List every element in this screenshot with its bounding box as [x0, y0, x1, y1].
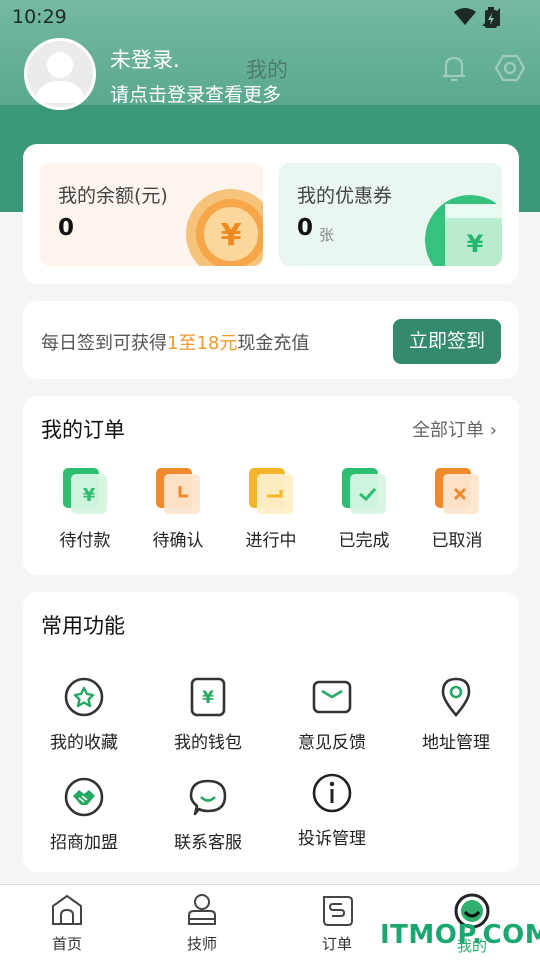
signin-text: 每日签到可获得1至18元现金充值	[41, 333, 310, 354]
battery-icon	[485, 7, 497, 28]
signin-button[interactable]: 立即签到	[393, 319, 501, 364]
nav-label: 首页	[51, 935, 82, 953]
yen-wallet-icon: ¥	[63, 468, 107, 514]
watermark: ITMOP.COM	[380, 920, 540, 950]
func-label: 地址管理	[422, 733, 490, 753]
order-status-pending-payment[interactable]: ¥ 待付款	[45, 468, 125, 551]
coupon-box[interactable]: 我的优惠券 0 张 ¥	[279, 163, 502, 266]
order-status-label: 待确认	[152, 531, 204, 551]
func-feedback[interactable]: 意见反馈	[277, 676, 387, 753]
home-icon	[52, 894, 82, 925]
nav-home[interactable]: 首页	[27, 893, 107, 954]
svg-text:¥: ¥	[83, 485, 96, 506]
func-label: 联系客服	[174, 833, 242, 853]
page-title: 我的	[246, 58, 288, 82]
func-customer-service[interactable]: 联系客服	[153, 776, 263, 853]
order-status-in-progress[interactable]: 进行中	[231, 468, 311, 551]
wallet-icon: ¥	[190, 677, 226, 717]
nav-label: 订单	[321, 935, 352, 953]
coupon-unit: 张	[319, 226, 335, 244]
wifi-icon	[454, 8, 476, 25]
nav-technician[interactable]: 技师	[162, 893, 242, 954]
chevron-right-icon: ›	[489, 420, 497, 441]
func-franchise[interactable]: 招商加盟	[29, 776, 139, 853]
location-icon	[441, 677, 471, 717]
func-wallet[interactable]: ¥ 我的钱包	[153, 676, 263, 753]
orders-title: 我的订单	[41, 418, 125, 442]
nav-label: 技师	[186, 935, 217, 953]
login-title[interactable]: 未登录.	[110, 44, 180, 74]
order-status-label: 待付款	[59, 531, 111, 551]
svg-text:¥: ¥	[202, 688, 214, 708]
status-bar: 10:29	[0, 0, 540, 36]
star-icon	[64, 677, 104, 717]
svg-text:¥: ¥	[467, 230, 484, 258]
handshake-icon	[64, 777, 104, 817]
balance-label: 我的余额(元)	[58, 185, 168, 207]
functions-title: 常用功能	[41, 614, 125, 638]
order-status-label: 进行中	[245, 531, 297, 551]
info-icon	[312, 773, 352, 813]
order-status-pending-confirm[interactable]: 待确认	[138, 468, 218, 551]
balance-value: 0	[58, 215, 75, 241]
cancel-icon	[435, 468, 479, 514]
func-label: 招商加盟	[50, 833, 118, 853]
clock-icon	[156, 468, 200, 514]
orders-card: 我的订单 全部订单 › ¥ 待付款 待确认 进行中 已完成 已取消	[23, 396, 519, 575]
avatar[interactable]	[24, 38, 96, 110]
nav-orders[interactable]: 订单	[297, 893, 377, 954]
progress-icon	[249, 468, 293, 514]
coupon-label: 我的优惠券	[297, 185, 393, 207]
functions-card: 常用功能 我的收藏 ¥ 我的钱包 意见反馈 地址管理 招商加盟 联系客服 投诉管…	[23, 592, 519, 872]
func-address[interactable]: 地址管理	[401, 676, 511, 753]
order-icon	[323, 896, 353, 926]
order-status-label: 已取消	[431, 531, 483, 551]
signin-card: 每日签到可获得1至18元现金充值 立即签到	[23, 301, 519, 379]
coupon-ticket-icon: ¥	[425, 195, 502, 266]
settings-icon[interactable]	[494, 52, 526, 84]
order-status-completed[interactable]: 已完成	[324, 468, 404, 551]
chat-icon	[189, 779, 227, 816]
func-complaints[interactable]: 投诉管理	[277, 772, 387, 849]
check-icon	[342, 468, 386, 514]
signin-reward-highlight: 1至18元	[167, 333, 238, 354]
login-subtitle[interactable]: 请点击登录查看更多	[110, 80, 281, 107]
status-time: 10:29	[12, 6, 67, 28]
default-avatar-icon	[35, 52, 85, 103]
func-label: 投诉管理	[298, 829, 366, 849]
func-label: 意见反馈	[298, 733, 366, 753]
coupon-value: 0	[297, 215, 314, 241]
order-status-label: 已完成	[338, 531, 390, 551]
technician-icon	[188, 894, 216, 925]
bell-icon[interactable]	[438, 52, 470, 84]
wallet-card: 我的余额(元) 0 ¥ 我的优惠券 0 张 ¥	[23, 144, 519, 284]
yen-coin-icon: ¥	[186, 189, 263, 266]
balance-box[interactable]: 我的余额(元) 0 ¥	[40, 163, 263, 266]
svg-text:¥: ¥	[221, 218, 242, 253]
all-orders-link[interactable]: 全部订单 ›	[412, 416, 497, 442]
mail-icon	[312, 680, 352, 714]
func-favorites[interactable]: 我的收藏	[29, 676, 139, 753]
func-label: 我的钱包	[174, 733, 242, 753]
func-label: 我的收藏	[50, 733, 118, 753]
order-status-cancelled[interactable]: 已取消	[417, 468, 497, 551]
